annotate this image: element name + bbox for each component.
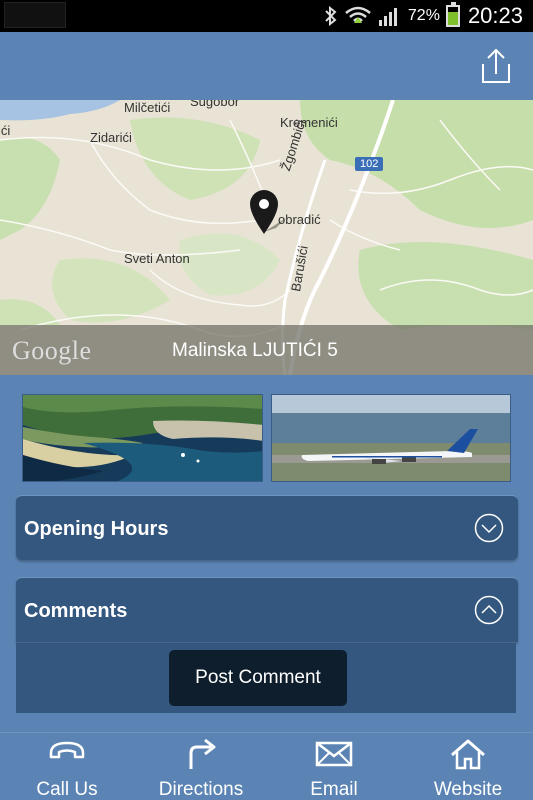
home-icon xyxy=(451,739,485,770)
post-comment-button[interactable]: Post Comment xyxy=(169,650,347,706)
nav-label: Directions xyxy=(158,779,244,800)
google-logo: Google xyxy=(12,336,92,365)
app-header xyxy=(0,32,533,100)
bottom-nav: Call Us Directions Email Website xyxy=(0,732,533,800)
comments-title: Comments xyxy=(24,600,128,622)
map-label: ići xyxy=(0,123,11,138)
nav-label: Email xyxy=(310,779,358,800)
harbor-photo[interactable] xyxy=(22,394,263,482)
battery-icon xyxy=(445,2,460,27)
opening-hours-title: Opening Hours xyxy=(24,518,169,540)
map-label: Kremenići xyxy=(280,115,338,130)
wifi-icon xyxy=(345,6,371,23)
nav-label: Website xyxy=(433,779,503,800)
nav-directions[interactable]: Directions xyxy=(148,733,254,800)
map-address: Malinska LJUTIĆI 5 xyxy=(172,340,338,361)
map-label: Milčetići xyxy=(124,100,171,115)
nav-label: Call Us xyxy=(36,779,98,800)
battery-percent: 72% xyxy=(407,7,440,24)
share-icon[interactable] xyxy=(475,46,515,86)
map-label: Sveti Anton xyxy=(124,251,190,266)
nav-call-us[interactable]: Call Us xyxy=(20,733,114,800)
road-shield: 102 xyxy=(355,157,384,171)
chevron-up-icon xyxy=(474,595,504,625)
notification-area xyxy=(4,2,66,28)
location-map[interactable]: Sugobor ići Milčetići Zidarići Kremenići… xyxy=(0,100,533,375)
nav-email[interactable]: Email xyxy=(293,733,375,800)
airplane-photo[interactable] xyxy=(271,394,511,482)
chevron-down-icon xyxy=(474,513,504,543)
phone-icon xyxy=(49,741,85,759)
directions-arrow-icon xyxy=(189,738,216,769)
map-address-bar: Google Malinska LJUTIĆI 5 xyxy=(0,325,533,375)
nav-website[interactable]: Website xyxy=(420,733,516,800)
comments-header[interactable]: Comments xyxy=(16,577,518,642)
envelope-icon xyxy=(315,741,353,767)
bluetooth-icon xyxy=(325,6,337,26)
signal-icon xyxy=(378,8,397,26)
status-bar: 72% 20:23 xyxy=(0,0,533,32)
opening-hours-header[interactable]: Opening Hours xyxy=(16,495,518,560)
map-label: Sugobor xyxy=(190,100,240,109)
map-label: Zidarići xyxy=(90,130,132,145)
clock: 20:23 xyxy=(467,3,523,28)
location-pin-icon[interactable] xyxy=(246,188,290,238)
